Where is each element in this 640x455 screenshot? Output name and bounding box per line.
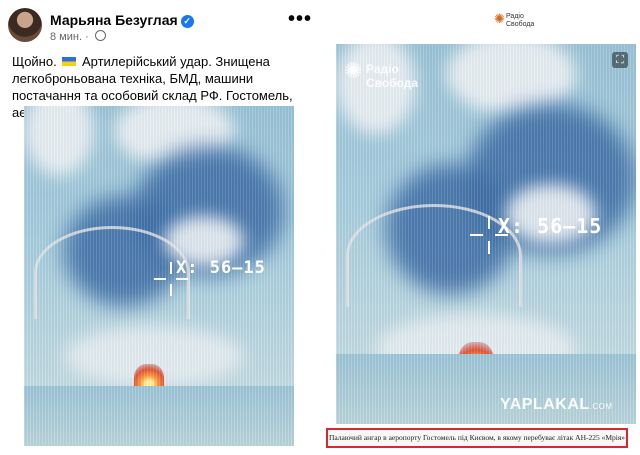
photo-caption: Палаючий ангар в аеропорту Гостомель під… xyxy=(326,428,628,448)
photo-overlay-text: X: 56–15 xyxy=(176,258,266,278)
post-photo[interactable]: X: 56–15 xyxy=(24,106,294,446)
facebook-post: Марьяна Безуглая ✓ 8 мин. · ••• Щойно. Ар… xyxy=(0,0,318,455)
post-author[interactable]: Марьяна Безуглая ✓ xyxy=(50,12,194,28)
more-options-button[interactable]: ••• xyxy=(288,8,312,31)
post-meta: 8 мин. · xyxy=(50,30,106,43)
radio-svoboda-post: ✺ Радіо Свобода ✺ Радіо Свобода ⛶ X: 56–15… xyxy=(318,0,640,455)
radio-svoboda-logo[interactable]: ✺ Радіо Свобода xyxy=(494,11,534,30)
news-photo[interactable]: ✺ Радіо Свобода ⛶ X: 56–15 YAPLAKAL.COM xyxy=(336,44,636,424)
radio-svoboda-spark-icon: ✺ xyxy=(494,11,505,26)
globe-icon xyxy=(94,30,106,41)
logo-text: Радіо Свобода xyxy=(506,13,535,28)
expand-icon[interactable]: ⛶ xyxy=(612,52,628,68)
author-name[interactable]: Марьяна Безуглая xyxy=(50,12,178,28)
site-watermark: YAPLAKAL.COM xyxy=(500,396,613,413)
photo-overlay-text: X: 56–15 xyxy=(498,214,603,238)
verified-badge-icon: ✓ xyxy=(180,15,194,28)
ukraine-flag-icon xyxy=(62,57,77,66)
avatar[interactable] xyxy=(8,8,42,42)
post-time[interactable]: 8 мин. xyxy=(50,31,82,43)
post-text-start: Щойно. xyxy=(12,54,57,69)
spark-icon: ✺ xyxy=(344,58,363,83)
